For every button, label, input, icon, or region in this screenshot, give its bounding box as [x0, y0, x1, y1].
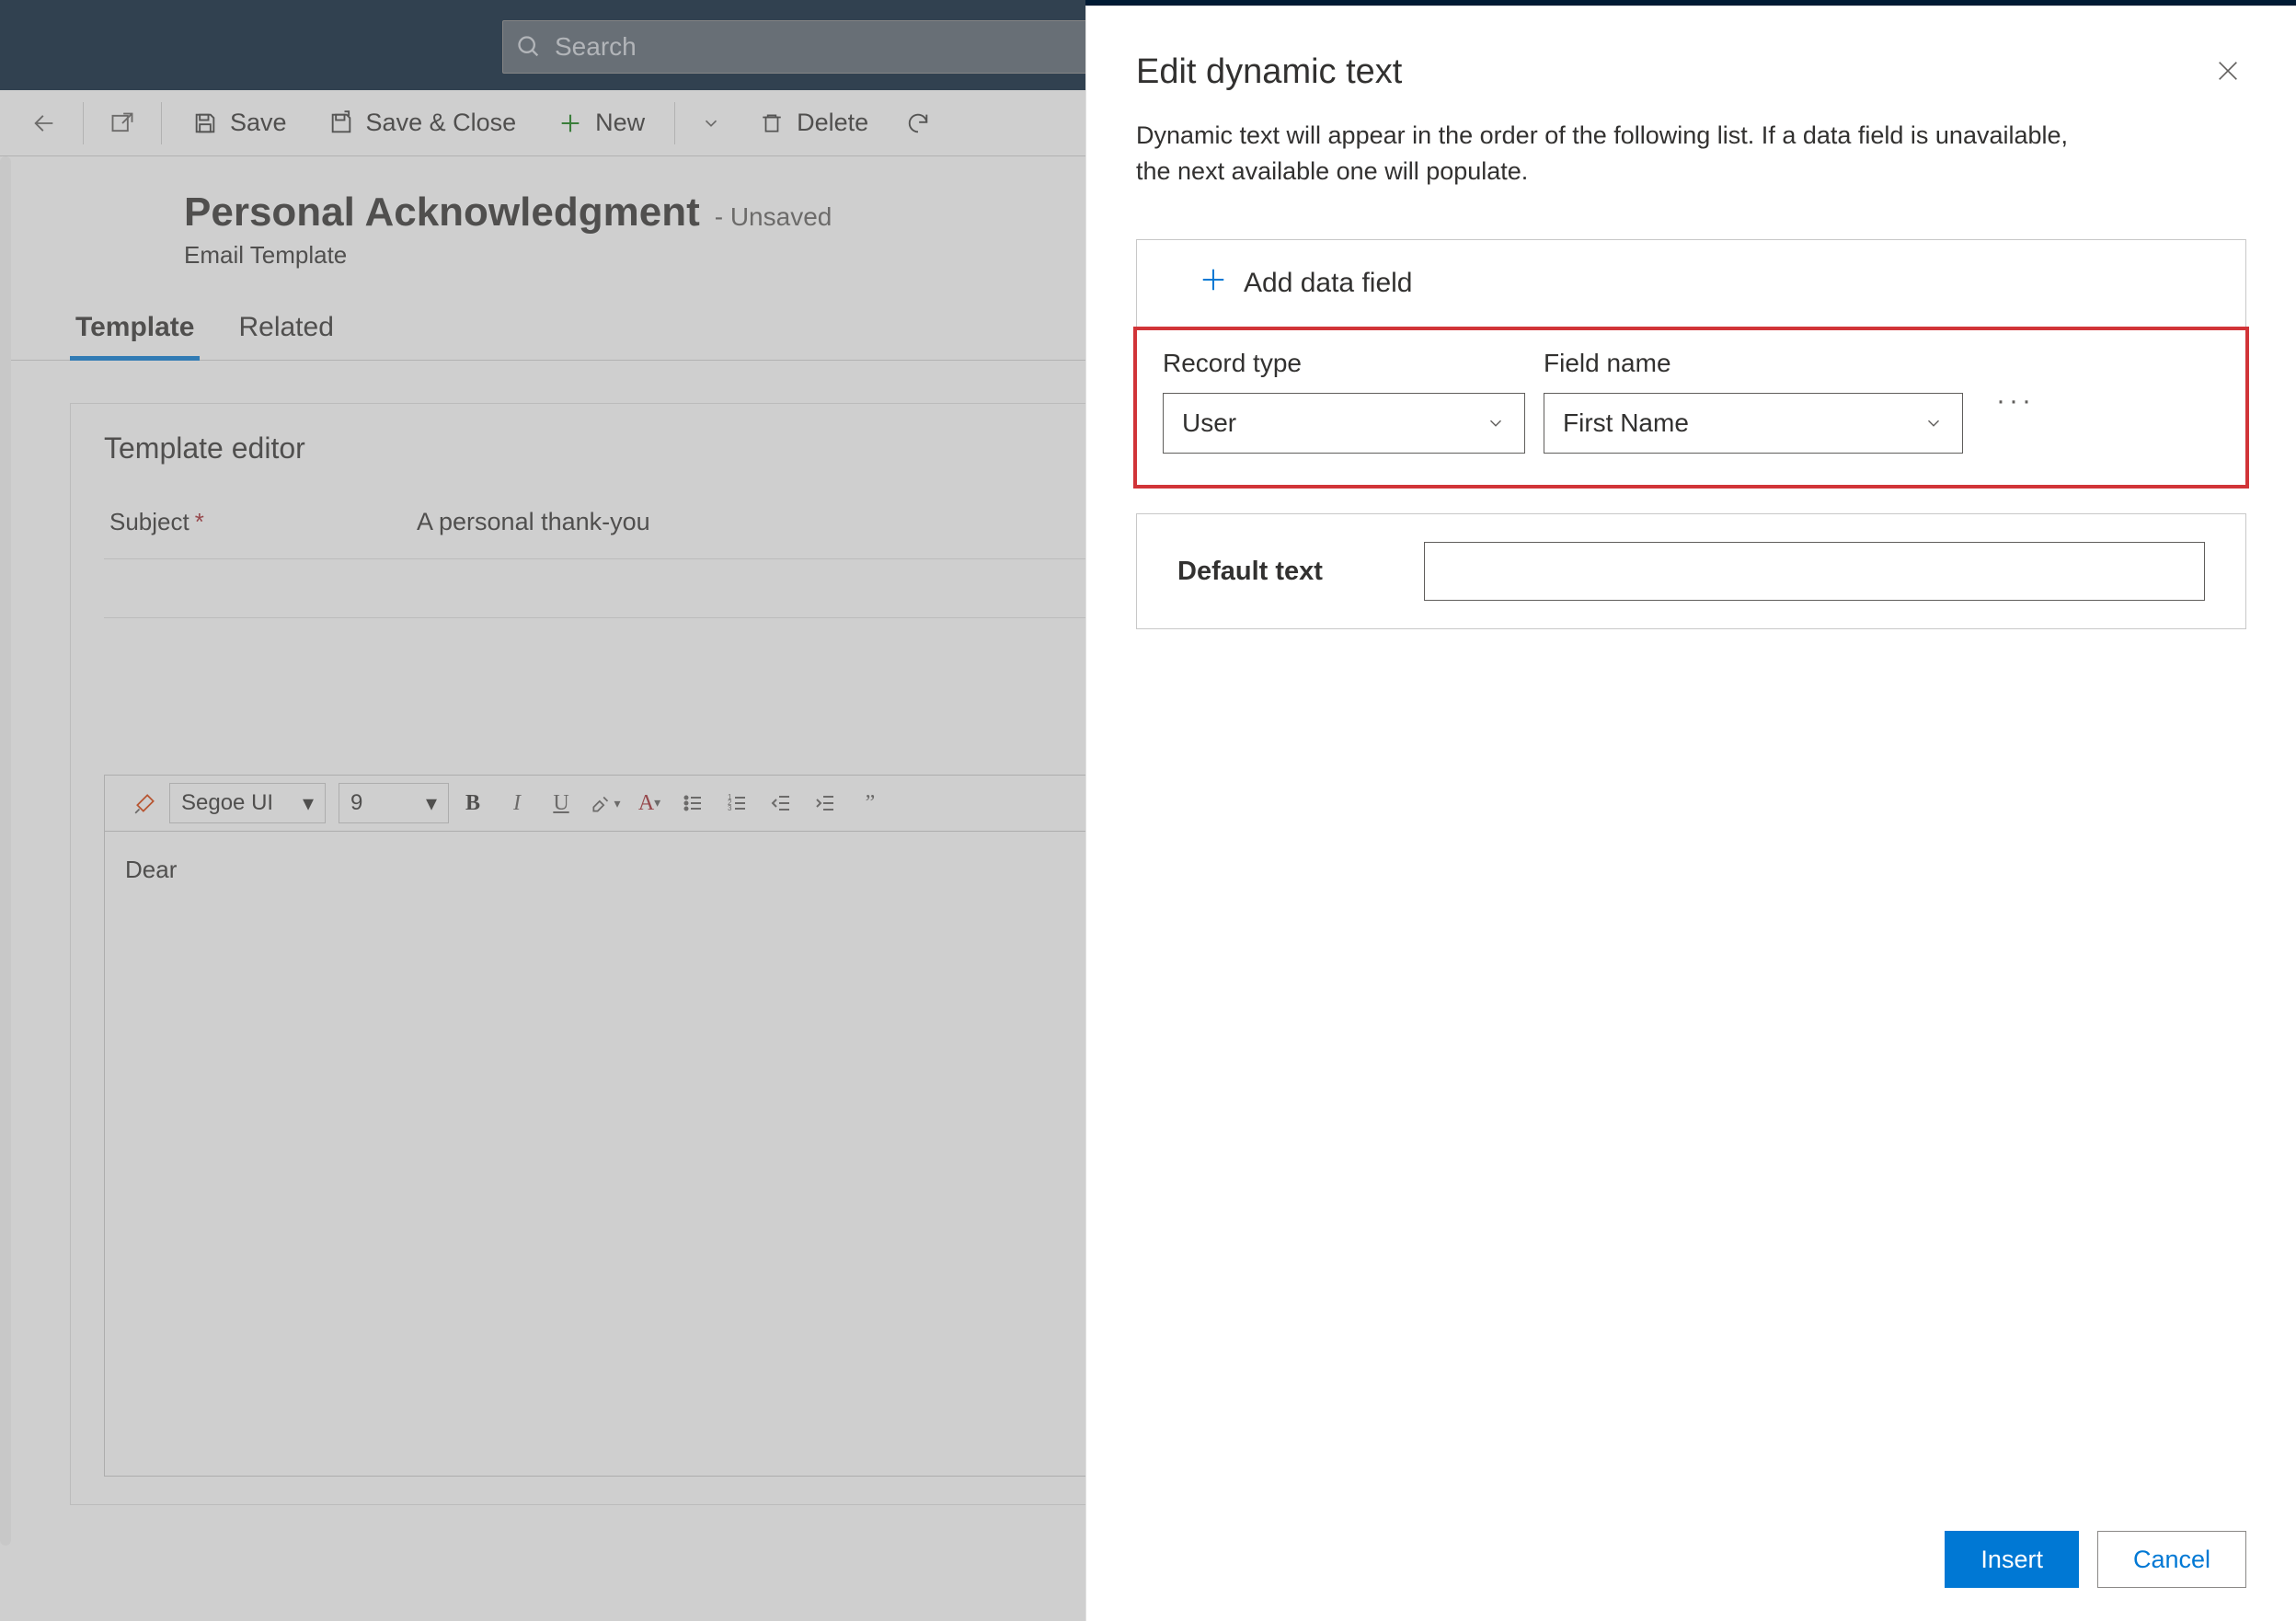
- arrow-left-icon: [31, 110, 57, 136]
- underline-button[interactable]: U: [541, 783, 581, 823]
- plus-icon: [557, 109, 584, 137]
- search-icon: [516, 34, 542, 60]
- close-panel-button[interactable]: [2210, 52, 2246, 94]
- row-more-button[interactable]: ···: [1996, 385, 2035, 417]
- page-title: Personal Acknowledgment: [184, 190, 700, 236]
- field-name-value: First Name: [1563, 408, 1689, 438]
- tab-template[interactable]: Template: [70, 306, 200, 361]
- default-text-section: Default text: [1136, 513, 2246, 629]
- plus-icon: [1200, 266, 1227, 301]
- field-name-select[interactable]: First Name: [1544, 393, 1963, 454]
- delete-button[interactable]: Delete: [741, 101, 885, 144]
- search-placeholder: Search: [555, 32, 637, 62]
- outdent-icon: [771, 792, 793, 814]
- chevron-down-icon: [1923, 413, 1944, 433]
- highlight-button[interactable]: ▾: [585, 783, 626, 823]
- back-button[interactable]: [18, 103, 70, 144]
- font-size-select[interactable]: 9 ▾: [339, 783, 449, 823]
- save-label: Save: [230, 109, 287, 137]
- format-painter-button[interactable]: [125, 783, 166, 823]
- tab-related[interactable]: Related: [233, 306, 339, 361]
- bullet-list-button[interactable]: [673, 783, 714, 823]
- record-type-value: User: [1182, 408, 1236, 438]
- font-size-value: 9: [350, 790, 362, 816]
- save-button[interactable]: Save: [175, 101, 304, 144]
- record-type-select[interactable]: User: [1163, 393, 1525, 454]
- panel-title: Edit dynamic text: [1136, 52, 1402, 92]
- chevron-down-icon: [1486, 413, 1506, 433]
- save-close-label: Save & Close: [366, 109, 517, 137]
- bold-button[interactable]: B: [453, 783, 493, 823]
- format-painter-icon: [133, 791, 157, 815]
- quote-button[interactable]: ”: [850, 783, 890, 823]
- number-list-icon: 123: [727, 792, 749, 814]
- chevron-down-icon: [701, 113, 721, 133]
- popout-icon: [109, 110, 135, 136]
- required-indicator: *: [195, 508, 204, 535]
- save-close-icon: [327, 109, 355, 137]
- insert-button[interactable]: Insert: [1945, 1531, 2079, 1588]
- field-name-label: Field name: [1544, 349, 1963, 378]
- outdent-button[interactable]: [762, 783, 802, 823]
- delete-label: Delete: [797, 109, 868, 137]
- save-close-button[interactable]: Save & Close: [311, 101, 534, 144]
- save-icon: [191, 109, 219, 137]
- data-field-section: Add data field Record type Field name Us…: [1136, 239, 2246, 486]
- new-dropdown-button[interactable]: [688, 106, 734, 141]
- caret-down-icon: ▾: [303, 790, 314, 817]
- font-family-select[interactable]: Segoe UI ▾: [169, 783, 326, 823]
- refresh-icon: [905, 110, 931, 136]
- indent-button[interactable]: [806, 783, 846, 823]
- bullet-list-icon: [683, 792, 705, 814]
- open-new-window-button[interactable]: [97, 103, 148, 144]
- panel-footer: Insert Cancel: [1136, 1503, 2246, 1588]
- font-color-button[interactable]: A▾: [629, 783, 670, 823]
- number-list-button[interactable]: 123: [718, 783, 758, 823]
- add-data-field-button[interactable]: Add data field: [1137, 240, 2245, 327]
- default-text-input[interactable]: [1424, 542, 2205, 601]
- panel-description: Dynamic text will appear in the order of…: [1136, 118, 2102, 190]
- caret-down-icon: ▾: [426, 790, 437, 817]
- page-status: - Unsaved: [715, 202, 832, 232]
- italic-button[interactable]: I: [497, 783, 537, 823]
- trash-icon: [758, 109, 786, 137]
- vertical-scrollbar[interactable]: [0, 156, 11, 1546]
- data-field-row: Record type Field name User First Name ·…: [1133, 327, 2249, 489]
- edit-dynamic-text-panel: Edit dynamic text Dynamic text will appe…: [1085, 6, 2296, 1621]
- cancel-button[interactable]: Cancel: [2097, 1531, 2246, 1588]
- svg-text:3: 3: [728, 804, 732, 812]
- default-text-label: Default text: [1177, 557, 1323, 587]
- font-family-value: Segoe UI: [181, 790, 273, 816]
- new-label: New: [595, 109, 645, 137]
- indent-icon: [815, 792, 837, 814]
- highlight-icon: [590, 791, 614, 815]
- close-icon: [2215, 58, 2241, 84]
- subject-label: Subject*: [104, 508, 371, 536]
- refresh-button[interactable]: [892, 103, 944, 144]
- record-type-label: Record type: [1163, 349, 1525, 378]
- new-button[interactable]: New: [540, 101, 661, 144]
- add-data-field-label: Add data field: [1244, 268, 1412, 299]
